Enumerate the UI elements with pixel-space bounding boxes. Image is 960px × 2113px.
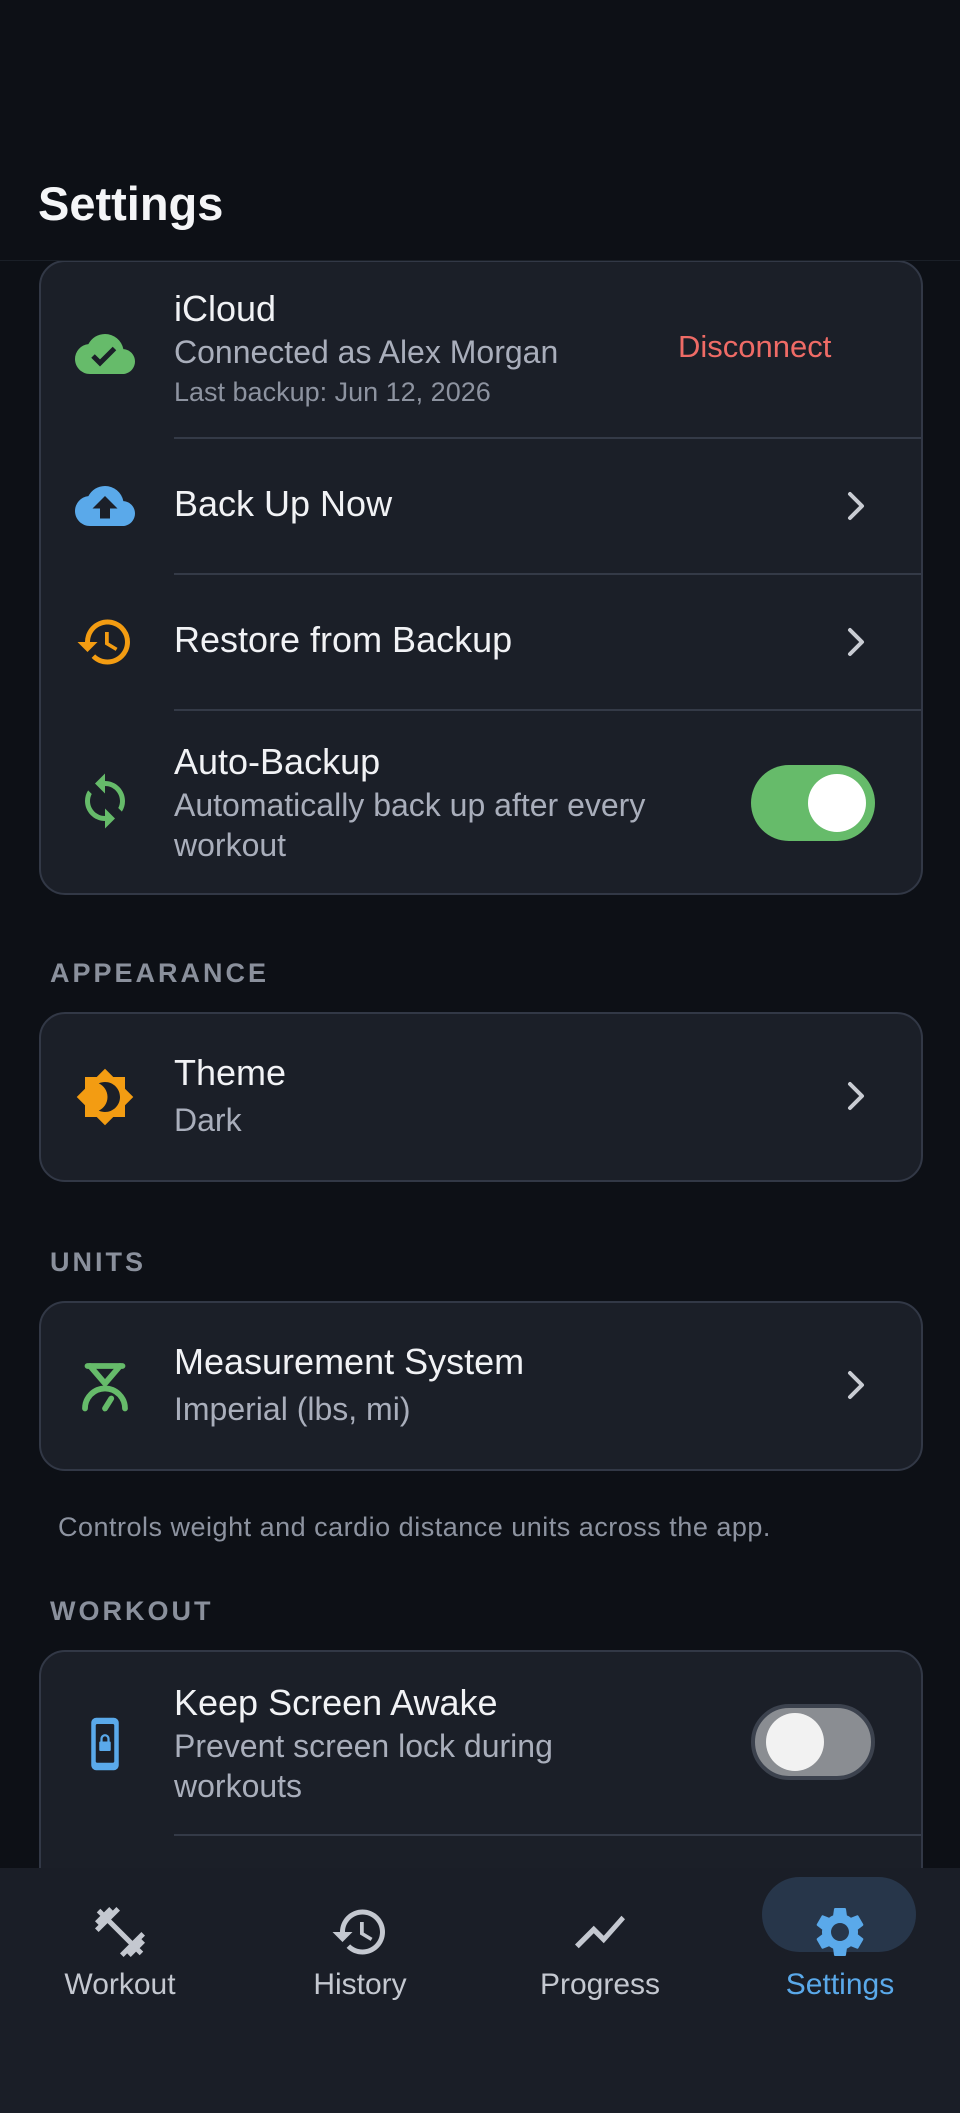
section-header-workout: WORKOUT (50, 1596, 214, 1626)
toggle-knob (766, 1713, 824, 1771)
trend-icon (570, 1902, 630, 1962)
auto-backup-title: Auto-Backup (174, 741, 381, 782)
tab-progress[interactable]: Progress (480, 1868, 720, 2018)
toggle-knob (808, 774, 866, 832)
measurement-row[interactable]: Measurement System Imperial (lbs, mi) (41, 1303, 921, 1469)
keep-awake-toggle[interactable] (751, 1704, 875, 1780)
keep-awake-desc-line1: Prevent screen lock during (174, 1728, 553, 1764)
measurement-title: Measurement System (174, 1341, 525, 1382)
tab-settings[interactable]: Settings (720, 1868, 960, 2018)
workout-card: Keep Screen Awake Prevent screen lock du… (39, 1650, 923, 1868)
divider (174, 1834, 921, 1836)
appearance-card: Theme Dark (39, 1012, 923, 1182)
gear-icon (810, 1902, 870, 1962)
auto-backup-toggle[interactable] (751, 765, 875, 841)
tab-label: History (313, 1968, 407, 2001)
dumbbell-icon (90, 1902, 150, 1962)
brightness-icon (75, 1067, 135, 1127)
chevron-right-icon (841, 1078, 871, 1114)
phone-lock-icon (75, 1714, 135, 1774)
section-header-units: UNITS (50, 1247, 146, 1277)
restore-history-icon (75, 612, 135, 672)
settings-scroll-area[interactable]: iCloud Connected as Alex Morgan Last bac… (0, 260, 960, 1868)
cloud-check-icon (75, 324, 135, 384)
icloud-account: Connected as Alex Morgan (174, 334, 559, 370)
restore-label: Restore from Backup (174, 619, 513, 660)
disconnect-button[interactable]: Disconnect (678, 329, 831, 365)
header: Settings (0, 0, 960, 261)
tab-label: Settings (785, 1968, 895, 2001)
auto-backup-desc-line2: workout (174, 827, 287, 863)
history-icon (330, 1902, 390, 1962)
units-card: Measurement System Imperial (lbs, mi) (39, 1301, 923, 1471)
chevron-right-icon (841, 488, 871, 524)
tab-workout[interactable]: Workout (0, 1868, 240, 2018)
keep-awake-row: Keep Screen Awake Prevent screen lock du… (41, 1652, 921, 1834)
keep-awake-title: Keep Screen Awake (174, 1682, 498, 1723)
theme-title: Theme (174, 1052, 287, 1093)
backup-now-label: Back Up Now (174, 483, 393, 524)
measurement-value: Imperial (lbs, mi) (174, 1391, 411, 1427)
tab-history[interactable]: History (240, 1868, 480, 2018)
theme-row[interactable]: Theme Dark (41, 1014, 921, 1180)
auto-backup-desc-line1: Automatically back up after every (174, 787, 646, 823)
bottom-tab-bar: Workout History Progress Settings (0, 1868, 960, 2113)
cloud-upload-icon (75, 476, 135, 536)
tab-label: Progress (539, 1968, 661, 2001)
icloud-card: iCloud Connected as Alex Morgan Last bac… (39, 260, 923, 895)
page-title: Settings (38, 177, 224, 230)
units-footnote: Controls weight and cardio distance unit… (58, 1512, 771, 1542)
icloud-last-backup: Last backup: Jun 12, 2026 (174, 377, 491, 407)
theme-value: Dark (174, 1102, 242, 1138)
section-header-appearance: APPEARANCE (50, 958, 270, 988)
icloud-title: iCloud (174, 288, 277, 329)
auto-backup-row: Auto-Backup Automatically back up after … (41, 711, 921, 893)
backup-now-row[interactable]: Back Up Now (41, 439, 921, 573)
keep-awake-desc-line2: workouts (174, 1768, 303, 1804)
tab-label: Workout (64, 1968, 176, 2001)
scale-icon (75, 1356, 135, 1416)
chevron-right-icon (841, 1367, 871, 1403)
sync-icon (75, 771, 135, 831)
chevron-right-icon (841, 624, 871, 660)
restore-row[interactable]: Restore from Backup (41, 575, 921, 709)
icloud-row: iCloud Connected as Alex Morgan Last bac… (41, 262, 921, 437)
